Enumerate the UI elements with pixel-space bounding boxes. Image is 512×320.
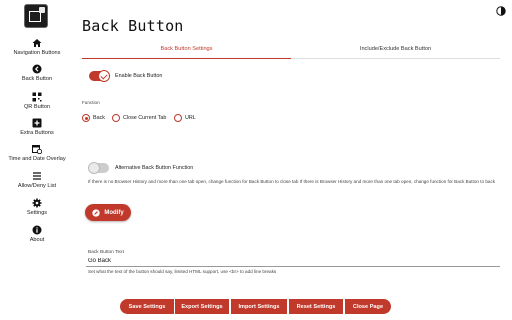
sidebar: Navigation Buttons Back Button QR Button…	[0, 0, 74, 320]
modify-button[interactable]: Modify	[85, 204, 131, 221]
enable-back-button-label: Enable Back Button	[115, 73, 163, 79]
sidebar-item-label: Settings	[26, 210, 48, 216]
back-button-text-label: Back Button Text	[88, 250, 124, 255]
list-icon	[33, 172, 41, 180]
sidebar-item-label: Time and Date Overlay	[8, 156, 66, 162]
sidebar-item-qr-button[interactable]: QR Button	[0, 92, 74, 110]
back-button-text-input[interactable]	[88, 258, 488, 264]
sidebar-item-label: Extra Buttons	[20, 130, 54, 136]
tab-back-button-settings[interactable]: Back Button Settings	[82, 43, 291, 59]
reset-settings-button[interactable]: Reset Settings	[289, 299, 343, 314]
export-settings-button[interactable]: Export Settings	[175, 299, 229, 314]
sidebar-item-label: Back Button	[21, 76, 53, 82]
sidebar-item-back-button[interactable]: Back Button	[0, 64, 74, 82]
sidebar-item-label: QR Button	[23, 104, 51, 110]
sidebar-item-label: Allow/Deny List	[17, 183, 57, 189]
radio-close-current-tab[interactable]	[112, 114, 120, 122]
home-icon	[32, 39, 42, 47]
tab-bar: Back Button Settings Include/Exclude Bac…	[82, 43, 500, 59]
sidebar-item-allow-deny-list[interactable]: Allow/Deny List	[0, 171, 74, 189]
calendar-clock-icon	[32, 145, 42, 154]
sidebar-item-label: About	[29, 237, 45, 243]
theme-toggle-icon[interactable]	[496, 6, 506, 16]
alternative-function-label: Alternative Back Button Function	[115, 165, 194, 171]
import-settings-button[interactable]: Import Settings	[231, 299, 287, 314]
info-icon	[32, 225, 42, 235]
sidebar-item-label: Navigation Buttons	[13, 50, 61, 56]
sidebar-item-settings[interactable]: Settings	[0, 198, 74, 216]
sidebar-item-time-and-date-overlay[interactable]: Time and Date Overlay	[0, 144, 74, 162]
gear-icon	[32, 198, 42, 208]
back-button-text-field[interactable]: Back Button Text	[86, 248, 500, 267]
alternative-function-toggle[interactable]	[88, 162, 109, 174]
back-circle-icon	[32, 64, 42, 74]
radio-back-label: Back	[93, 115, 105, 121]
sidebar-item-navigation-buttons[interactable]: Navigation Buttons	[0, 38, 74, 56]
enable-back-button-toggle[interactable]	[89, 70, 110, 82]
back-button-text-help: Set what the text of the button should s…	[88, 269, 277, 274]
alternative-function-description: If there is no Browser History and more …	[88, 179, 496, 184]
pencil-icon	[92, 208, 101, 217]
page-title: Back Button	[82, 17, 184, 35]
radio-url[interactable]	[174, 114, 182, 122]
qr-icon	[32, 92, 42, 102]
radio-close-current-tab-label: Close Current Tab	[123, 115, 167, 121]
radio-back[interactable]	[82, 114, 90, 122]
tab-include-exclude[interactable]: Include/Exclude Back Button	[291, 43, 500, 59]
sidebar-item-extra-buttons[interactable]: Extra Buttons	[0, 118, 74, 136]
plus-box-icon	[32, 118, 42, 128]
function-label: Function	[82, 100, 100, 105]
save-settings-button[interactable]: Save Settings	[120, 299, 174, 314]
app-logo	[24, 4, 48, 28]
radio-url-label: URL	[185, 115, 196, 121]
modify-button-label: Modify	[104, 209, 124, 216]
sidebar-item-about[interactable]: About	[0, 225, 74, 243]
close-page-button[interactable]: Close Page	[345, 299, 391, 314]
